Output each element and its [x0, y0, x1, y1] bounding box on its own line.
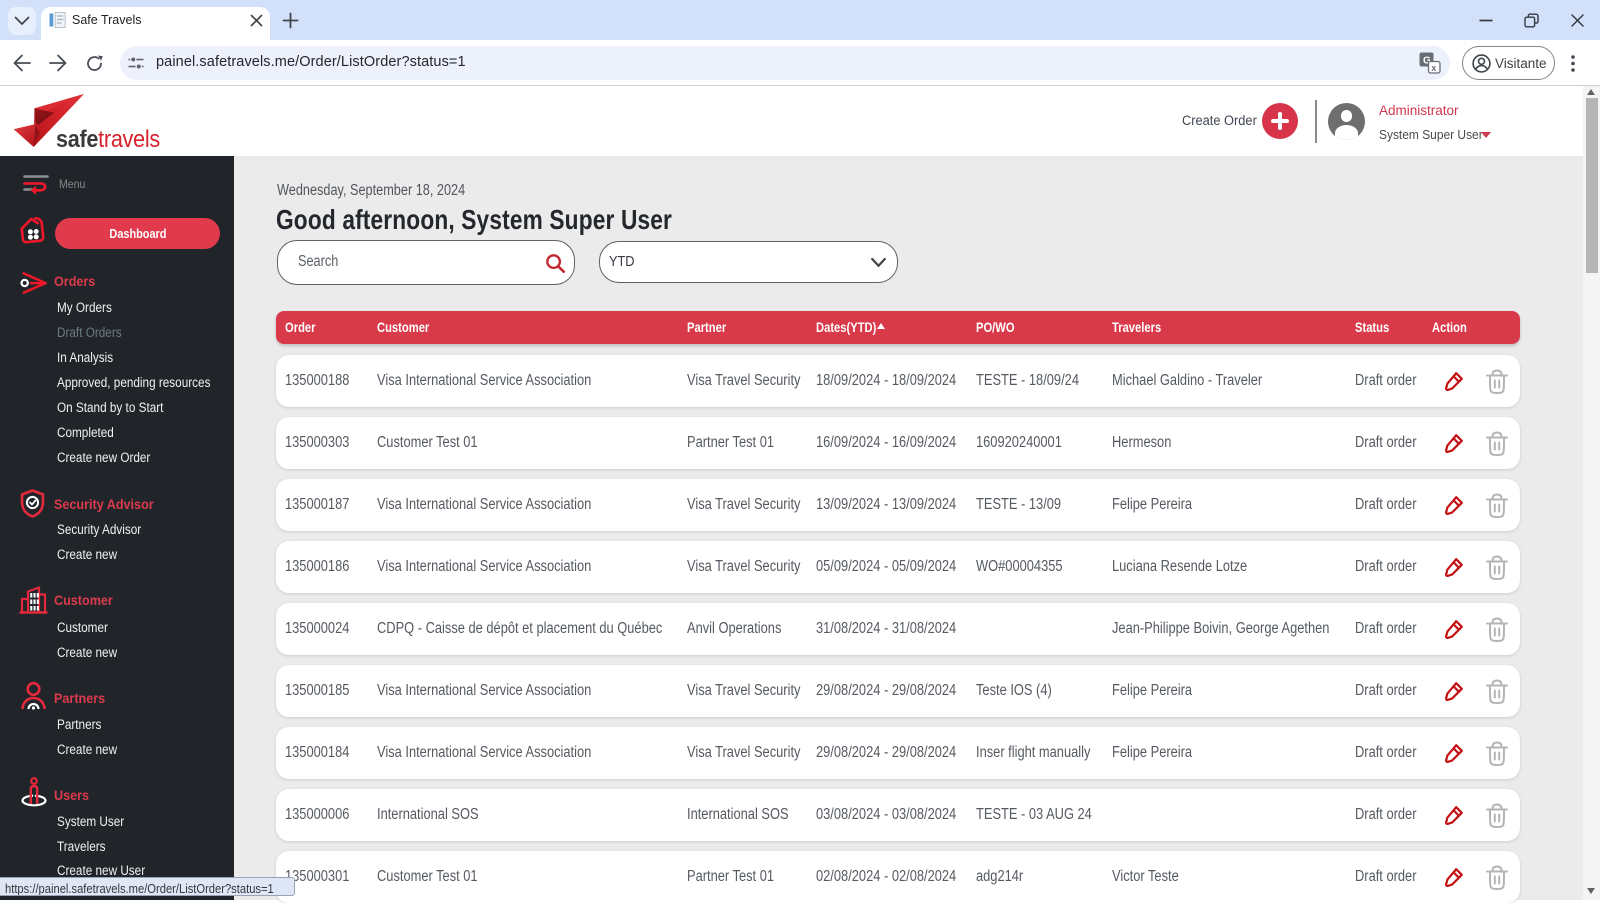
svg-text:x: x — [1431, 63, 1436, 73]
